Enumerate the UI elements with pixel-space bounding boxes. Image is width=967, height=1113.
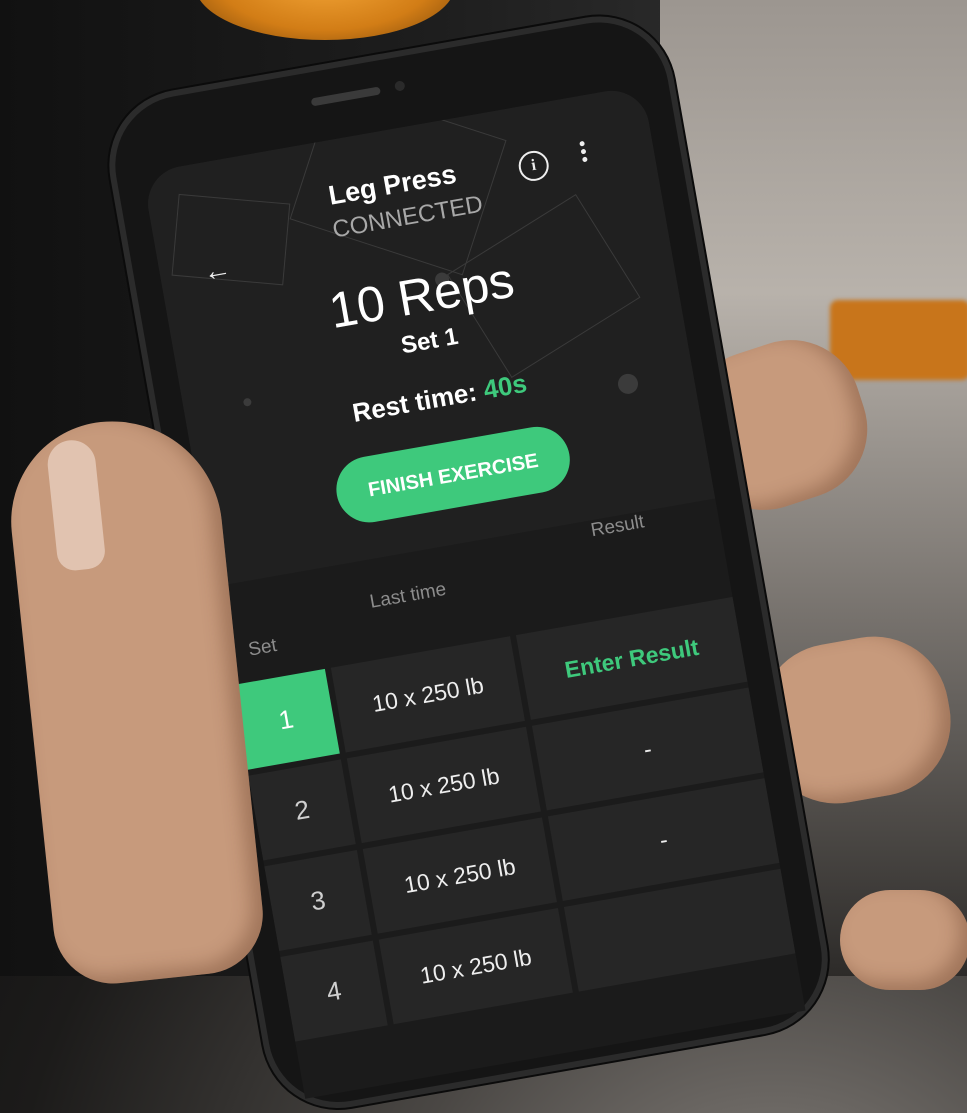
finger xyxy=(840,890,967,990)
rest-time-value: 40s xyxy=(481,367,529,405)
column-header-set: Set xyxy=(246,635,279,661)
background-orange-object xyxy=(830,300,967,380)
column-header-last-time: Last time xyxy=(368,578,448,613)
set-number-cell: 3 xyxy=(264,850,372,952)
set-number: 4 xyxy=(324,975,344,1008)
phone-speaker xyxy=(310,86,381,107)
decorative-dot xyxy=(242,397,253,407)
back-arrow-icon[interactable]: ← xyxy=(197,251,236,290)
set-number: 1 xyxy=(276,703,296,736)
set-number-cell: 2 xyxy=(248,759,356,861)
set-number-cell: 4 xyxy=(280,940,388,1042)
set-number: 2 xyxy=(292,793,312,826)
set-number: 3 xyxy=(308,884,328,917)
set-number-cell: 1 xyxy=(232,668,340,770)
phone-camera xyxy=(394,80,406,92)
